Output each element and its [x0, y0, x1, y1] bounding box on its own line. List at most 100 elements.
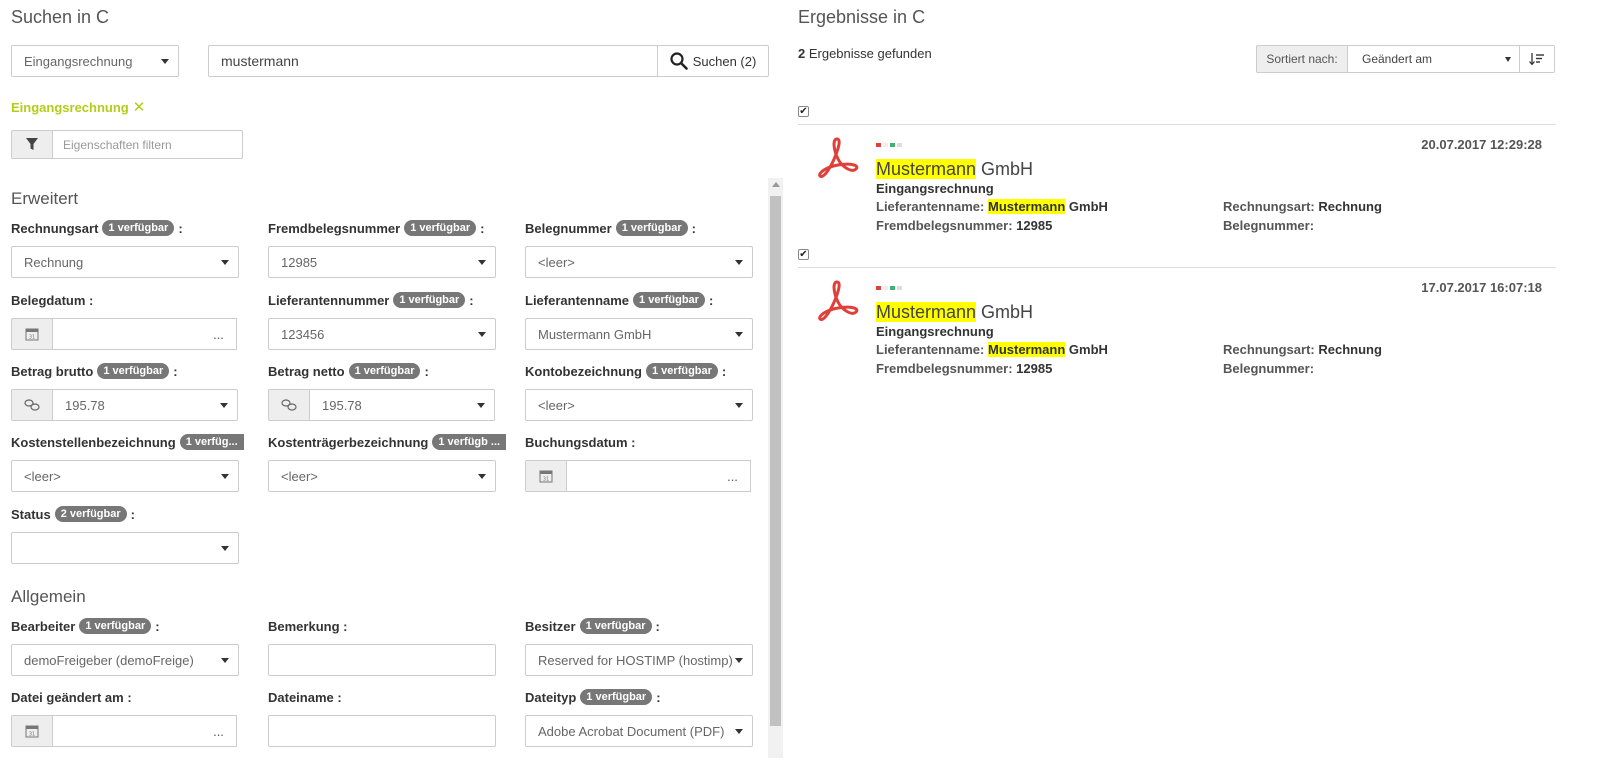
filter-button[interactable] [11, 130, 53, 159]
availability-badge: 1 verfügbar [579, 618, 652, 634]
select-value: demoFreigeber (demoFreige) [24, 652, 194, 668]
scrollbar-track[interactable] [768, 178, 783, 758]
status-dot [876, 286, 881, 290]
lieferantennummer-select[interactable]: 123456 [268, 318, 496, 350]
active-filter-tag[interactable]: Eingangsrechnung ✕ [11, 98, 145, 116]
kostenstellen-select[interactable]: <leer> [11, 460, 239, 492]
label-text: Fremdbelegsnummer [268, 220, 401, 236]
filter-input[interactable]: Eigenschaften filtern [52, 130, 243, 159]
search-input[interactable]: mustermann [208, 45, 658, 77]
field-value: GmbH [1065, 199, 1108, 214]
select-value: Rechnung [24, 254, 84, 270]
betrag-brutto-addon [11, 389, 53, 421]
kostentraeger-select[interactable]: <leer> [268, 460, 496, 492]
select-value: Reserved for HOSTIMP (hostimp) [538, 652, 733, 668]
label-text: Dateityp [525, 689, 577, 705]
highlight-match: Mustermann [876, 159, 977, 179]
availability-badge: 1 verfügbar [646, 363, 718, 379]
scroll-up-icon[interactable] [772, 182, 780, 187]
datei-geaendert-input[interactable] [52, 715, 202, 747]
result-item[interactable]: 17.07.2017 16:07:18 Mustermann GmbH Eing… [798, 268, 1556, 388]
buchungsdatum-calendar-button[interactable]: 31 [525, 460, 567, 492]
label-colon: : [655, 618, 660, 634]
betrag-brutto-select[interactable]: 195.78 [52, 389, 238, 421]
datei-geaendert-calendar-button[interactable]: 31 [11, 715, 53, 747]
status-indicator [876, 286, 902, 290]
buchungsdatum-more-button[interactable]: ... [715, 460, 751, 492]
scrollbar-thumb[interactable] [770, 196, 781, 726]
betrag-netto-addon [268, 389, 310, 421]
filter-input-placeholder: Eigenschaften filtern [63, 137, 172, 152]
chevron-down-icon [735, 658, 743, 663]
kontobezeichnung-select[interactable]: <leer> [525, 389, 753, 421]
chevron-down-icon [1505, 57, 1511, 62]
dateiname-input[interactable] [268, 715, 496, 747]
bemerkung-input[interactable] [268, 644, 496, 676]
result-title[interactable]: Mustermann GmbH [876, 302, 1033, 323]
label-text: Belegnummer [525, 220, 612, 236]
pdf-icon [818, 137, 859, 179]
select-value: 123456 [281, 326, 325, 342]
result-type: Eingangsrechnung [876, 181, 994, 196]
status-dot [876, 143, 881, 147]
active-filter-label: Eingangsrechnung [11, 99, 129, 115]
svg-text:31: 31 [543, 477, 549, 483]
close-icon[interactable]: ✕ [133, 98, 146, 116]
results-count: 2 Ergebnisse gefunden [798, 46, 932, 61]
select-value: <leer> [281, 468, 318, 484]
result-title-rest: GmbH [976, 159, 1034, 179]
select-value: 195.78 [65, 397, 105, 413]
status-select[interactable] [11, 532, 239, 564]
result-rechnungsart: Rechnungsart: Rechnung [1223, 199, 1382, 214]
select-all-checkbox[interactable]: ✔ [798, 106, 809, 117]
label-colon: : [708, 292, 714, 308]
status-dot [897, 143, 902, 147]
result-title[interactable]: Mustermann GmbH [876, 159, 1033, 180]
availability-badge: 1 verfügbar [615, 220, 688, 236]
availability-badge: 1 verfügbar [580, 689, 653, 705]
chevron-down-icon [221, 260, 229, 265]
besitzer-select[interactable]: Reserved for HOSTIMP (hostimp) [525, 644, 753, 676]
field-label-status: Status 2 verfügbar : [11, 504, 135, 524]
label-colon: : [656, 689, 661, 705]
label-colon: : [130, 506, 135, 522]
field-value: GmbH [1065, 342, 1108, 357]
field-value: 12985 [1016, 218, 1053, 233]
bearbeiter-select[interactable]: demoFreigeber (demoFreige) [11, 644, 239, 676]
belegdatum-calendar-button[interactable]: 31 [11, 318, 53, 350]
dateityp-select[interactable]: Adobe Acrobat Document (PDF) [525, 715, 753, 747]
category-select-value: Eingangsrechnung [24, 53, 133, 69]
sort-select[interactable]: Geändert am [1347, 45, 1520, 73]
sort-direction-button[interactable] [1519, 45, 1555, 73]
label-text: Lieferantennummer [268, 292, 390, 308]
datei-geaendert-more-button[interactable]: ... [201, 715, 237, 747]
availability-badge: 1 verfügbar [102, 220, 175, 236]
label-text: Kostenträgerbezeichnung [268, 434, 429, 450]
fremdbelegsnummer-select[interactable]: 12985 [268, 246, 496, 278]
highlight-match: Mustermann [876, 302, 977, 322]
highlight-match: Mustermann [988, 342, 1066, 357]
rechnungsart-select[interactable]: Rechnung [11, 246, 239, 278]
buchungsdatum-input[interactable] [566, 460, 716, 492]
result-item[interactable]: 20.07.2017 12:29:28 Mustermann GmbH Eing… [798, 125, 1556, 245]
chevron-down-icon [477, 403, 485, 408]
betrag-netto-select[interactable]: 195.78 [309, 389, 495, 421]
results-count-text: Ergebnisse gefunden [805, 46, 932, 61]
select-value: 195.78 [322, 397, 362, 413]
belegdatum-input[interactable] [52, 318, 202, 350]
field-label-kostenstellen: Kostenstellenbezeichnung 1 verfüg... [11, 432, 244, 452]
left-title: Suchen in C [11, 7, 110, 27]
category-select[interactable]: Eingangsrechnung [11, 45, 179, 77]
field-label-lieferantenname: Lieferantenname 1 verfügbar : [525, 290, 713, 310]
belegnummer-select[interactable]: <leer> [525, 246, 753, 278]
calendar-icon: 31 [25, 328, 39, 341]
field-label-belegdatum: Belegdatum : [11, 292, 94, 308]
label-colon: : [155, 618, 160, 634]
result-checkbox[interactable]: ✔ [798, 249, 809, 260]
lieferantenname-select[interactable]: Mustermann GmbH [525, 318, 753, 350]
field-label-bemerkung: Bemerkung : [268, 618, 348, 634]
field-label-fremdbelegsnummer: Fremdbelegsnummer 1 verfügbar : [268, 218, 484, 238]
select-value: Adobe Acrobat Document (PDF) [538, 723, 725, 739]
search-button[interactable]: Suchen (2) [657, 45, 769, 77]
belegdatum-more-button[interactable]: ... [201, 318, 237, 350]
